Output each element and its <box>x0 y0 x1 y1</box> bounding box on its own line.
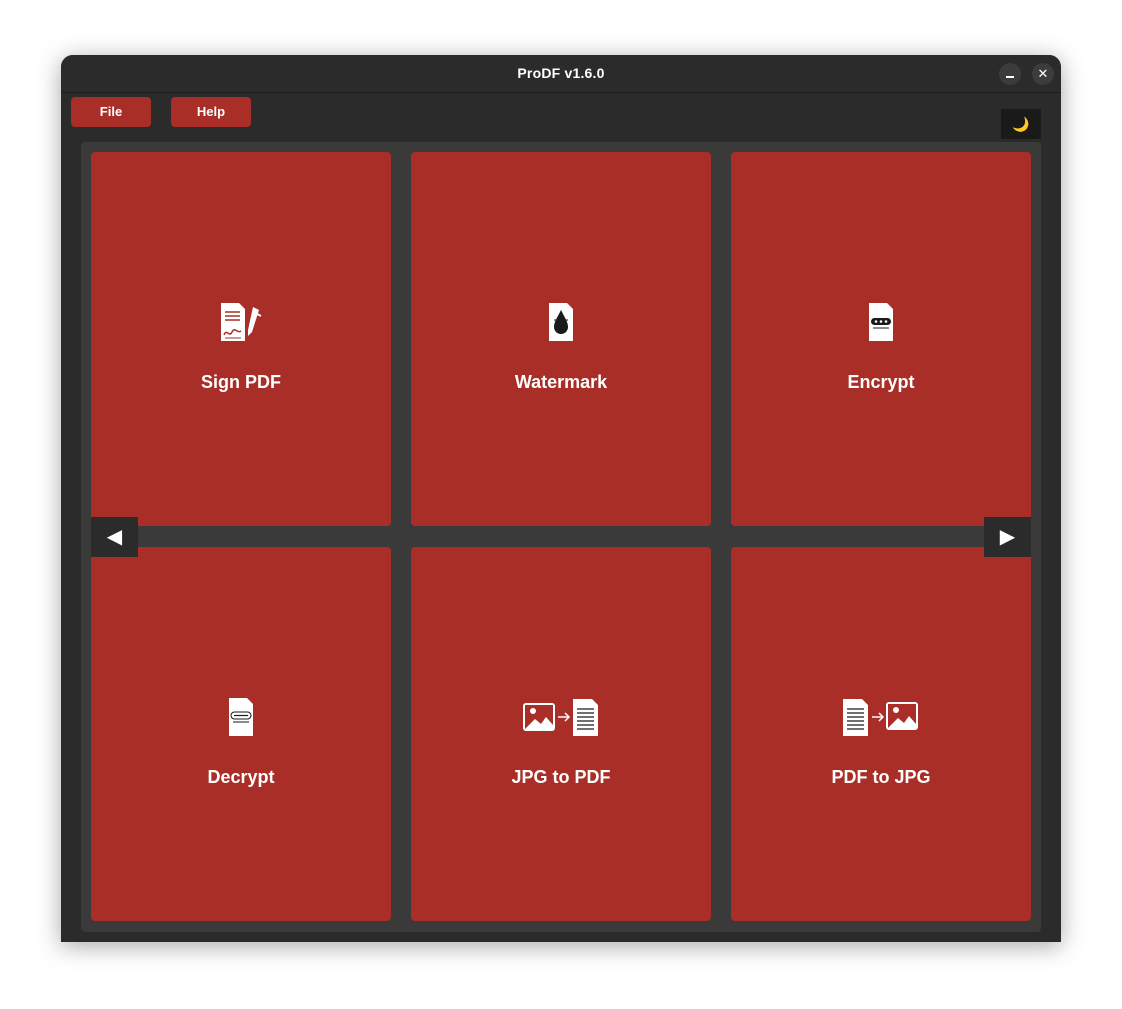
sign-pdf-icon <box>91 300 391 344</box>
tile-label: Sign PDF <box>201 372 281 392</box>
encrypt-icon <box>731 300 1031 344</box>
title-bar[interactable]: ProDF v1.6.0 ✕ <box>61 55 1061 93</box>
theme-toggle-button[interactable]: 🌙 <box>1001 109 1041 139</box>
next-page-button[interactable]: ▶ <box>984 517 1031 557</box>
jpg-to-pdf-icon <box>411 695 711 739</box>
tile-label: Decrypt <box>207 767 275 787</box>
tile-sign-pdf[interactable]: Sign PDF <box>91 152 391 526</box>
tile-encrypt[interactable]: Encrypt <box>731 152 1031 526</box>
help-menu-button[interactable]: Help <box>171 97 251 127</box>
file-menu-button[interactable]: File <box>71 97 151 127</box>
tile-label: Encrypt <box>847 372 915 392</box>
tile-label: PDF to JPG <box>831 767 931 787</box>
minimize-icon <box>1006 76 1014 78</box>
tile-decrypt[interactable]: Decrypt <box>91 547 391 921</box>
tile-label: JPG to PDF <box>511 767 611 787</box>
tools-panel: Sign PDF Watermark Encrypt Decrypt JPG t… <box>81 142 1041 932</box>
app-window: ProDF v1.6.0 ✕ File Help 🌙 Sign PDF Wate… <box>61 55 1061 942</box>
previous-page-button[interactable]: ◀ <box>91 517 138 557</box>
minimize-button[interactable] <box>999 63 1021 85</box>
tile-watermark[interactable]: Watermark <box>411 152 711 526</box>
moon-icon: 🌙 <box>1012 116 1030 132</box>
tile-pdf-to-jpg[interactable]: PDF to JPG <box>731 547 1031 921</box>
close-button[interactable]: ✕ <box>1032 63 1054 85</box>
window-title: ProDF v1.6.0 <box>517 65 605 81</box>
tile-label: Watermark <box>514 372 608 392</box>
watermark-icon <box>411 300 711 344</box>
tile-jpg-to-pdf[interactable]: JPG to PDF <box>411 547 711 921</box>
arrow-right-icon: ▶ <box>999 526 1016 548</box>
decrypt-icon <box>91 695 391 739</box>
close-icon: ✕ <box>1037 66 1049 81</box>
arrow-left-icon: ◀ <box>106 526 123 548</box>
menu-bar: File Help 🌙 <box>61 93 1061 141</box>
pdf-to-jpg-icon <box>731 695 1031 739</box>
